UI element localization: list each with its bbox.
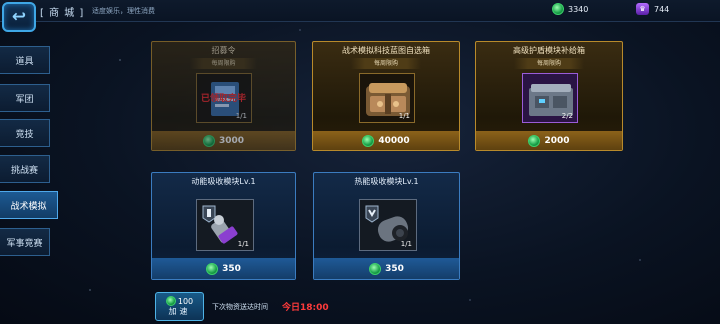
price-button[interactable]: 350	[152, 258, 295, 279]
purple-currency-value: 744	[654, 4, 670, 14]
item-quantity: 1/1	[398, 112, 410, 120]
tab-tactical-sim[interactable]: 战术模拟	[0, 191, 58, 219]
green-currency-value: 3340	[568, 4, 589, 14]
tab-arena[interactable]: 竞技	[0, 119, 50, 147]
sold-out-label: 已领取完毕	[200, 94, 246, 104]
tab-legion[interactable]: 军团	[0, 84, 50, 112]
next-delivery-time: 今日18:00	[282, 303, 329, 313]
green-currency-display: 3340	[552, 3, 588, 15]
back-button[interactable]: ↩	[2, 2, 36, 32]
speed-up-cost: 100	[177, 296, 194, 306]
tab-challenge[interactable]: 挑战赛	[0, 155, 50, 183]
green-gem-icon	[552, 3, 564, 15]
price-button[interactable]: 3000	[152, 131, 295, 150]
green-gem-icon	[362, 134, 375, 147]
item-name: 战术模拟科技蓝图自选箱	[342, 46, 430, 55]
item-name: 招募令	[211, 46, 236, 55]
item-image: 1/1	[359, 73, 415, 123]
shop-item-card[interactable]: 招募令 每周限购 1/1 已领取完毕 3000	[151, 41, 296, 151]
item-name: 动能吸收模块Lv.1	[191, 177, 256, 186]
item-image: 1/1	[359, 199, 417, 251]
speed-up-button[interactable]: 100 加速	[155, 292, 204, 321]
shop-item-card[interactable]: 战术模拟科技蓝图自选箱 每周限购 1/1 40000	[312, 41, 460, 151]
shop-item-card[interactable]: 动能吸收模块Lv.1 1/1 350	[151, 172, 296, 280]
item-price: 350	[385, 263, 404, 274]
shop-item-card[interactable]: 热能吸收模块Lv.1 1/1 350	[313, 172, 460, 280]
weekly-limit-label: 每周限购	[351, 58, 421, 69]
green-gem-icon	[165, 296, 176, 306]
item-name: 高级护盾模块补给箱	[513, 46, 585, 55]
item-quantity: 1/1	[400, 240, 412, 248]
item-quantity: 1/1	[237, 240, 249, 248]
price-button[interactable]: 350	[314, 258, 459, 279]
item-price: 40000	[378, 135, 410, 146]
green-gem-icon	[206, 262, 219, 275]
item-quantity: 2/2	[561, 112, 573, 120]
tab-items[interactable]: 道具	[0, 46, 50, 74]
item-price: 3000	[218, 135, 245, 146]
item-name: 热能吸收模块Lv.1	[354, 177, 419, 186]
purple-currency-display: ♛ 744	[636, 3, 669, 15]
purple-emblem-icon: ♛	[636, 3, 649, 15]
item-quantity: 1/1	[235, 112, 247, 120]
item-image: 1/1	[196, 199, 254, 251]
price-button[interactable]: 2000	[476, 131, 622, 150]
item-price: 350	[222, 263, 241, 274]
price-button[interactable]: 40000	[313, 131, 459, 150]
page-title: [ 商 城 ]	[40, 8, 85, 19]
page-subtitle: 适度娱乐，理性消费	[92, 7, 155, 15]
weekly-limit-label: 每周限购	[514, 58, 584, 69]
green-gem-icon	[369, 262, 382, 275]
speed-up-label: 加速	[168, 307, 191, 316]
green-gem-icon	[528, 134, 541, 147]
item-image: 2/2	[522, 73, 578, 123]
weekly-limit-label: 每周限购	[190, 58, 257, 69]
back-arrow-icon: ↩	[11, 7, 27, 27]
item-price: 2000	[544, 135, 570, 146]
next-delivery-label: 下次物资送达时间	[212, 303, 268, 311]
shop-item-card[interactable]: 高级护盾模块补给箱 每周限购 2/2 2000	[475, 41, 623, 151]
tab-military-contest[interactable]: 军事竞赛	[0, 228, 50, 256]
green-gem-icon	[202, 134, 215, 147]
